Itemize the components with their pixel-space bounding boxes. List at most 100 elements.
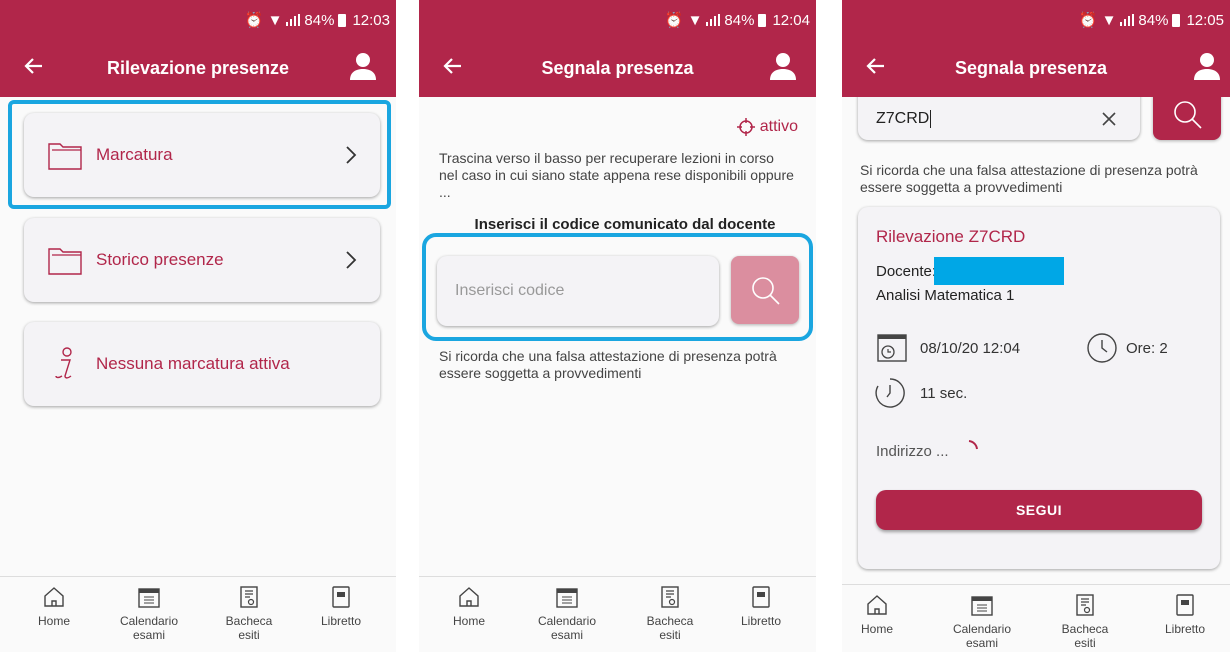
signal-icon bbox=[1120, 14, 1135, 26]
nav-libretto[interactable]: Libretto bbox=[716, 585, 806, 628]
clock: 12:03 bbox=[352, 11, 390, 29]
code-input-value: Z7CRD bbox=[876, 110, 930, 127]
alarm-icon: ⏰ bbox=[244, 12, 264, 29]
signal-icon bbox=[706, 14, 721, 26]
page-title: Segnala presenza bbox=[954, 58, 1108, 78]
battery-percent: 84% bbox=[304, 11, 335, 29]
clock-icon bbox=[1087, 333, 1117, 363]
back-arrow-icon[interactable] bbox=[441, 54, 465, 78]
calendar-icon bbox=[138, 588, 160, 608]
status-bar: ⏰ ▼ 84% 12:04 bbox=[419, 0, 816, 40]
screen-rilevazione-presenze: ⏰ ▼ 84% 12:03 Rilevazione presenze Marca… bbox=[0, 0, 396, 652]
info-icon bbox=[55, 347, 72, 379]
screen-segnala-presenza: ⏰ ▼ 84% 12:04 Segnala presenza attivo Tr… bbox=[419, 0, 816, 652]
nav-libretto[interactable]: Libretto bbox=[1140, 593, 1230, 636]
back-arrow-icon[interactable] bbox=[22, 54, 46, 78]
calendar-clock-icon bbox=[877, 334, 907, 362]
battery-percent: 84% bbox=[724, 11, 755, 29]
search-button[interactable] bbox=[731, 256, 799, 324]
nav-libretto[interactable]: Libretto bbox=[296, 585, 386, 628]
clock: 12:04 bbox=[772, 11, 810, 29]
bulletin-icon bbox=[1076, 594, 1094, 616]
crosshair-icon bbox=[736, 118, 755, 136]
bottom-nav: Home Calendario esami Bacheca esiti Libret… bbox=[0, 576, 396, 652]
menu-item-label: Storico presenze bbox=[96, 250, 224, 269]
nav-calendario-esami[interactable]: Calendario esami bbox=[104, 585, 194, 642]
clock: 12:05 bbox=[1186, 11, 1224, 29]
code-heading: Inserisci il codice comunicato dal docen… bbox=[474, 216, 776, 233]
bottom-nav: Home Calendario esami Bacheca esiti Libret… bbox=[842, 584, 1230, 652]
bulletin-icon bbox=[661, 586, 679, 608]
calendar-icon bbox=[971, 596, 993, 616]
page-title: Segnala presenza bbox=[541, 58, 694, 78]
nav-calendario-esami[interactable]: Calendario esami bbox=[522, 585, 612, 642]
alarm-icon: ⏰ bbox=[1078, 12, 1098, 29]
teacher-label: Docente: bbox=[876, 262, 937, 280]
course-name: Analisi Matematica 1 bbox=[876, 287, 1015, 304]
app-bar: Rilevazione presenze bbox=[0, 40, 396, 97]
book-icon bbox=[332, 586, 350, 608]
bulletin-icon bbox=[240, 586, 258, 608]
menu-item-label: Marcatura bbox=[96, 145, 173, 164]
warning-text: Si ricorda che una falsa attestazione di… bbox=[439, 348, 777, 381]
loading-spinner bbox=[968, 440, 978, 450]
home-icon bbox=[44, 587, 64, 607]
address-label: Indirizzo ... bbox=[876, 443, 949, 460]
battery-percent: 84% bbox=[1138, 11, 1169, 29]
nav-home[interactable]: Home bbox=[842, 593, 922, 636]
nav-bacheca-esiti[interactable]: Bacheca esiti bbox=[204, 585, 294, 642]
signal-icon bbox=[286, 14, 301, 26]
search-icon bbox=[752, 277, 780, 305]
chevron-right-icon bbox=[346, 146, 357, 164]
lesson-datetime: 08/10/20 12:04 bbox=[920, 340, 1021, 357]
teacher-redacted bbox=[934, 257, 1065, 285]
bottom-nav: Home Calendario esami Bacheca esiti Libret… bbox=[419, 576, 816, 652]
code-input[interactable]: Inserisci codice bbox=[437, 256, 719, 326]
elapsed-time: 11 sec. bbox=[920, 385, 968, 402]
status-bar: ⏰ ▼ 84% 12:03 bbox=[0, 0, 396, 40]
code-input-placeholder: Inserisci codice bbox=[455, 282, 565, 299]
page-title: Rilevazione presenze bbox=[106, 58, 290, 78]
folder-icon bbox=[48, 248, 82, 275]
user-icon[interactable] bbox=[770, 52, 796, 80]
chevron-right-icon bbox=[346, 251, 357, 269]
follow-button[interactable]: SEGUI bbox=[876, 490, 1202, 530]
nav-bacheca-esiti[interactable]: Bacheca esiti bbox=[625, 585, 715, 642]
book-icon bbox=[1176, 594, 1194, 616]
folder-icon bbox=[48, 143, 82, 170]
wifi-icon: ▼ bbox=[687, 11, 703, 29]
menu-item-nessuna-marcatura: Nessuna marcatura attiva bbox=[24, 322, 380, 406]
status-bar: ⏰ ▼ 84% 12:05 bbox=[842, 0, 1230, 40]
nav-home[interactable]: Home bbox=[424, 585, 514, 628]
gps-status-label: attivo bbox=[759, 118, 798, 135]
menu-item-storico-presenze[interactable]: Storico presenze bbox=[24, 218, 380, 302]
wifi-icon: ▼ bbox=[1101, 11, 1117, 29]
battery-icon bbox=[1172, 13, 1181, 27]
app-bar: Segnala presenza bbox=[842, 40, 1230, 97]
screen-segnala-presenza-risultato: Z7CRD ⏰ ▼ 84% 12:05 Segnala presenza Si … bbox=[842, 0, 1230, 652]
lesson-title: Rilevazione Z7CRD bbox=[876, 227, 1026, 246]
user-icon[interactable] bbox=[1194, 52, 1220, 80]
gps-status: attivo bbox=[736, 117, 798, 137]
menu-item-label: Nessuna marcatura attiva bbox=[96, 354, 290, 373]
home-icon bbox=[867, 595, 887, 615]
teacher-row: Docente: bbox=[876, 257, 1065, 285]
nav-bacheca-esiti[interactable]: Bacheca esiti bbox=[1040, 593, 1130, 650]
menu-item-marcatura[interactable]: Marcatura bbox=[24, 113, 380, 197]
home-icon bbox=[459, 587, 479, 607]
timer-icon bbox=[875, 378, 905, 408]
intro-text: Trascina verso il basso per recuperare l… bbox=[439, 150, 794, 200]
nav-home[interactable]: Home bbox=[9, 585, 99, 628]
user-icon[interactable] bbox=[350, 52, 376, 80]
nav-calendario-esami[interactable]: Calendario esami bbox=[937, 593, 1027, 650]
wifi-icon: ▼ bbox=[267, 11, 283, 29]
app-bar: Segnala presenza bbox=[419, 40, 816, 97]
clear-icon[interactable] bbox=[1102, 112, 1116, 126]
battery-icon bbox=[338, 13, 347, 27]
lesson-hours: Ore: 2 bbox=[1126, 340, 1168, 357]
back-arrow-icon[interactable] bbox=[864, 54, 888, 78]
alarm-icon: ⏰ bbox=[664, 12, 684, 29]
text-cursor bbox=[930, 110, 932, 128]
book-icon bbox=[752, 586, 770, 608]
battery-icon bbox=[758, 13, 767, 27]
